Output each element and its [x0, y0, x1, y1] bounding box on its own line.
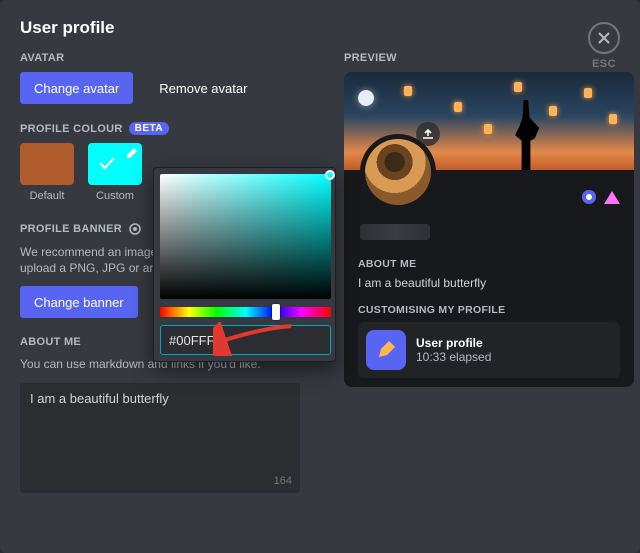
check-icon — [98, 155, 116, 173]
about-me-remaining: 164 — [274, 475, 292, 487]
profile-colour-section-label: PROFILE COLOUR BETA — [20, 122, 320, 135]
lantern-decoration — [584, 88, 592, 98]
profile-preview-card: ABOUT ME I am a beautiful butterfly CUST… — [344, 72, 634, 387]
badge-row — [582, 190, 620, 204]
colour-picker-popover — [153, 167, 336, 362]
preview-column: PREVIEW — [344, 52, 620, 493]
preview-username-placeholder — [360, 224, 430, 240]
user-profile-settings: User profile ESC AVATAR Change avatar Re… — [0, 0, 640, 553]
avatar-image — [365, 139, 431, 205]
boost-badge-icon — [604, 191, 620, 204]
page-title: User profile — [20, 18, 620, 38]
moon-decoration — [358, 90, 374, 106]
lantern-decoration — [514, 82, 522, 92]
lantern-decoration — [454, 102, 462, 112]
preview-about-text: I am a beautiful butterfly — [358, 276, 620, 290]
preview-avatar — [360, 134, 436, 210]
preview-customising-heading: CUSTOMISING MY PROFILE — [358, 304, 620, 316]
hue-slider[interactable] — [160, 307, 331, 317]
sv-handle[interactable] — [325, 170, 335, 180]
hex-input[interactable] — [160, 325, 331, 355]
upload-icon — [421, 127, 435, 141]
close-esc-label: ESC — [592, 58, 616, 70]
profile-banner-label-text: PROFILE BANNER — [20, 223, 122, 235]
change-avatar-button[interactable]: Change avatar — [20, 72, 133, 104]
lantern-decoration — [549, 106, 557, 116]
about-me-value: I am a beautiful butterfly — [30, 391, 169, 406]
preview-activity: User profile 10:33 elapsed — [358, 322, 620, 378]
default-colour-label: Default — [30, 190, 65, 202]
custom-colour-swatch[interactable]: Custom — [88, 143, 142, 202]
close-group: ESC — [588, 22, 620, 70]
default-colour-swatch[interactable]: Default — [20, 143, 74, 202]
beta-badge: BETA — [129, 122, 169, 135]
pencil-icon — [375, 339, 397, 361]
about-me-input[interactable]: I am a beautiful butterfly 164 — [20, 383, 300, 493]
close-button[interactable] — [588, 22, 620, 54]
custom-colour-box — [88, 143, 142, 185]
nitro-icon — [128, 222, 142, 236]
default-colour-box — [20, 143, 74, 185]
activity-icon — [366, 330, 406, 370]
change-banner-button[interactable]: Change banner — [20, 286, 138, 318]
remove-avatar-button[interactable]: Remove avatar — [145, 72, 261, 104]
nitro-badge-icon — [582, 190, 596, 204]
lantern-decoration — [609, 114, 617, 124]
lantern-decoration — [484, 124, 492, 134]
custom-colour-label: Custom — [96, 190, 134, 202]
preview-about-heading: ABOUT ME — [358, 258, 620, 270]
eyedropper-icon — [124, 147, 138, 161]
profile-colour-label-text: PROFILE COLOUR — [20, 123, 123, 135]
activity-elapsed: 10:33 elapsed — [416, 350, 491, 364]
saturation-value-area[interactable] — [160, 174, 331, 299]
activity-title: User profile — [416, 336, 491, 350]
lantern-decoration — [404, 86, 412, 96]
preview-section-label: PREVIEW — [344, 52, 620, 64]
close-icon — [597, 31, 611, 45]
avatar-section-label: AVATAR — [20, 52, 320, 64]
hue-handle[interactable] — [272, 304, 280, 320]
